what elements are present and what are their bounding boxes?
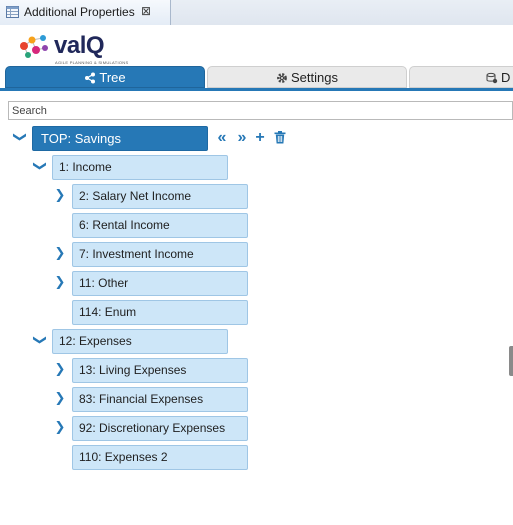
chevron-down-icon[interactable]: ❯ <box>33 333 48 347</box>
chevron-down-icon[interactable]: ❯ <box>33 159 48 173</box>
tree-row: ❯ 13: Living Expenses <box>0 358 513 383</box>
tree-root-label: TOP: Savings <box>41 131 121 146</box>
app-header: valQ AGILE PLANNING & SIMULATIONS <box>0 27 513 67</box>
tree-view: ❯ TOP: Savings « » + ❯ 1: Income ❯ 2: Sa… <box>0 124 513 525</box>
collapse-all-icon[interactable]: « <box>214 128 230 148</box>
tree-node-label: 1: Income <box>59 160 112 174</box>
tree-node[interactable]: 2: Salary Net Income <box>72 184 248 209</box>
tree-row: ❯ 11: Other <box>0 271 513 296</box>
tree-node[interactable]: 11: Other <box>72 271 248 296</box>
valq-logo-icon <box>20 35 48 58</box>
panel-resize-handle[interactable] <box>509 346 513 376</box>
logo-wordmark: valQ <box>54 32 105 59</box>
tab-tree[interactable]: Tree <box>5 66 205 88</box>
tree-row: ❯ 1: Income <box>0 155 513 180</box>
tree-node[interactable]: 7: Investment Income <box>72 242 248 267</box>
tab-tree-label: Tree <box>99 70 126 85</box>
tree-node-expenses[interactable]: 12: Expenses <box>52 329 228 354</box>
tree-node[interactable]: 92: Discretionary Expenses <box>72 416 248 441</box>
tree-root-row: ❯ TOP: Savings « » + <box>0 126 513 151</box>
tab-data-label: D <box>501 70 511 85</box>
tree-row: 114: Enum <box>0 300 513 325</box>
properties-table-icon <box>6 6 19 21</box>
tree-node-label: 83: Financial Expenses <box>79 392 204 406</box>
expand-all-icon[interactable]: » <box>234 128 250 148</box>
chevron-right-icon[interactable]: ❯ <box>53 362 67 376</box>
add-icon[interactable]: + <box>252 128 268 148</box>
chevron-right-icon[interactable]: ❯ <box>53 275 67 289</box>
tab-settings-label: Settings <box>291 70 338 85</box>
tree-node[interactable]: 110: Expenses 2 <box>72 445 248 470</box>
chevron-right-icon[interactable]: ❯ <box>53 420 67 434</box>
tree-node[interactable]: 83: Financial Expenses <box>72 387 248 412</box>
chevron-right-icon[interactable]: ❯ <box>53 246 67 260</box>
tree-node-label: 13: Living Expenses <box>79 363 187 377</box>
tree-row: ❯ 2: Salary Net Income <box>0 184 513 209</box>
tree-node-label: 2: Salary Net Income <box>79 189 192 203</box>
tree-node[interactable]: 114: Enum <box>72 300 248 325</box>
tree-node-label: 12: Expenses <box>59 334 132 348</box>
tree-node-label: 11: Other <box>79 276 129 290</box>
tree-row: ❯ 92: Discretionary Expenses <box>0 416 513 441</box>
tree-node-label: 6: Rental Income <box>79 218 170 232</box>
chevron-right-icon[interactable]: ❯ <box>53 188 67 202</box>
panel-tab-strip: Additional Properties ⊠ <box>0 0 513 26</box>
tree-node-label: 114: Enum <box>79 305 137 319</box>
tree-row: ❯ 83: Financial Expenses <box>0 387 513 412</box>
tree-row: ❯ 7: Investment Income <box>0 242 513 267</box>
tree-node-income[interactable]: 1: Income <box>52 155 228 180</box>
chevron-down-icon[interactable]: ❯ <box>13 130 28 144</box>
tree-node-label: 92: Discretionary Expenses <box>79 421 226 435</box>
main-tabs: Tree Settings D <box>0 66 513 90</box>
panel-tab[interactable]: Additional Properties ⊠ <box>0 0 171 25</box>
tree-row: 110: Expenses 2 <box>0 445 513 470</box>
tree-node[interactable]: 6: Rental Income <box>72 213 248 238</box>
tree-row: ❯ 12: Expenses <box>0 329 513 354</box>
panel-title: Additional Properties <box>24 5 135 19</box>
tree-node-label: 110: Expenses 2 <box>79 450 168 464</box>
tab-data[interactable]: D <box>409 66 513 88</box>
close-icon[interactable]: ⊠ <box>141 4 151 18</box>
tree-node[interactable]: 13: Living Expenses <box>72 358 248 383</box>
tab-underline <box>0 88 513 91</box>
delete-icon[interactable] <box>272 128 288 148</box>
tree-node-label: 7: Investment Income <box>79 247 194 261</box>
logo-tagline: AGILE PLANNING & SIMULATIONS <box>55 60 129 65</box>
tree-root-node[interactable]: TOP: Savings <box>32 126 208 151</box>
chevron-right-icon[interactable]: ❯ <box>53 391 67 405</box>
tab-settings[interactable]: Settings <box>207 66 407 88</box>
tree-row: 6: Rental Income <box>0 213 513 238</box>
search-input[interactable] <box>8 101 513 120</box>
